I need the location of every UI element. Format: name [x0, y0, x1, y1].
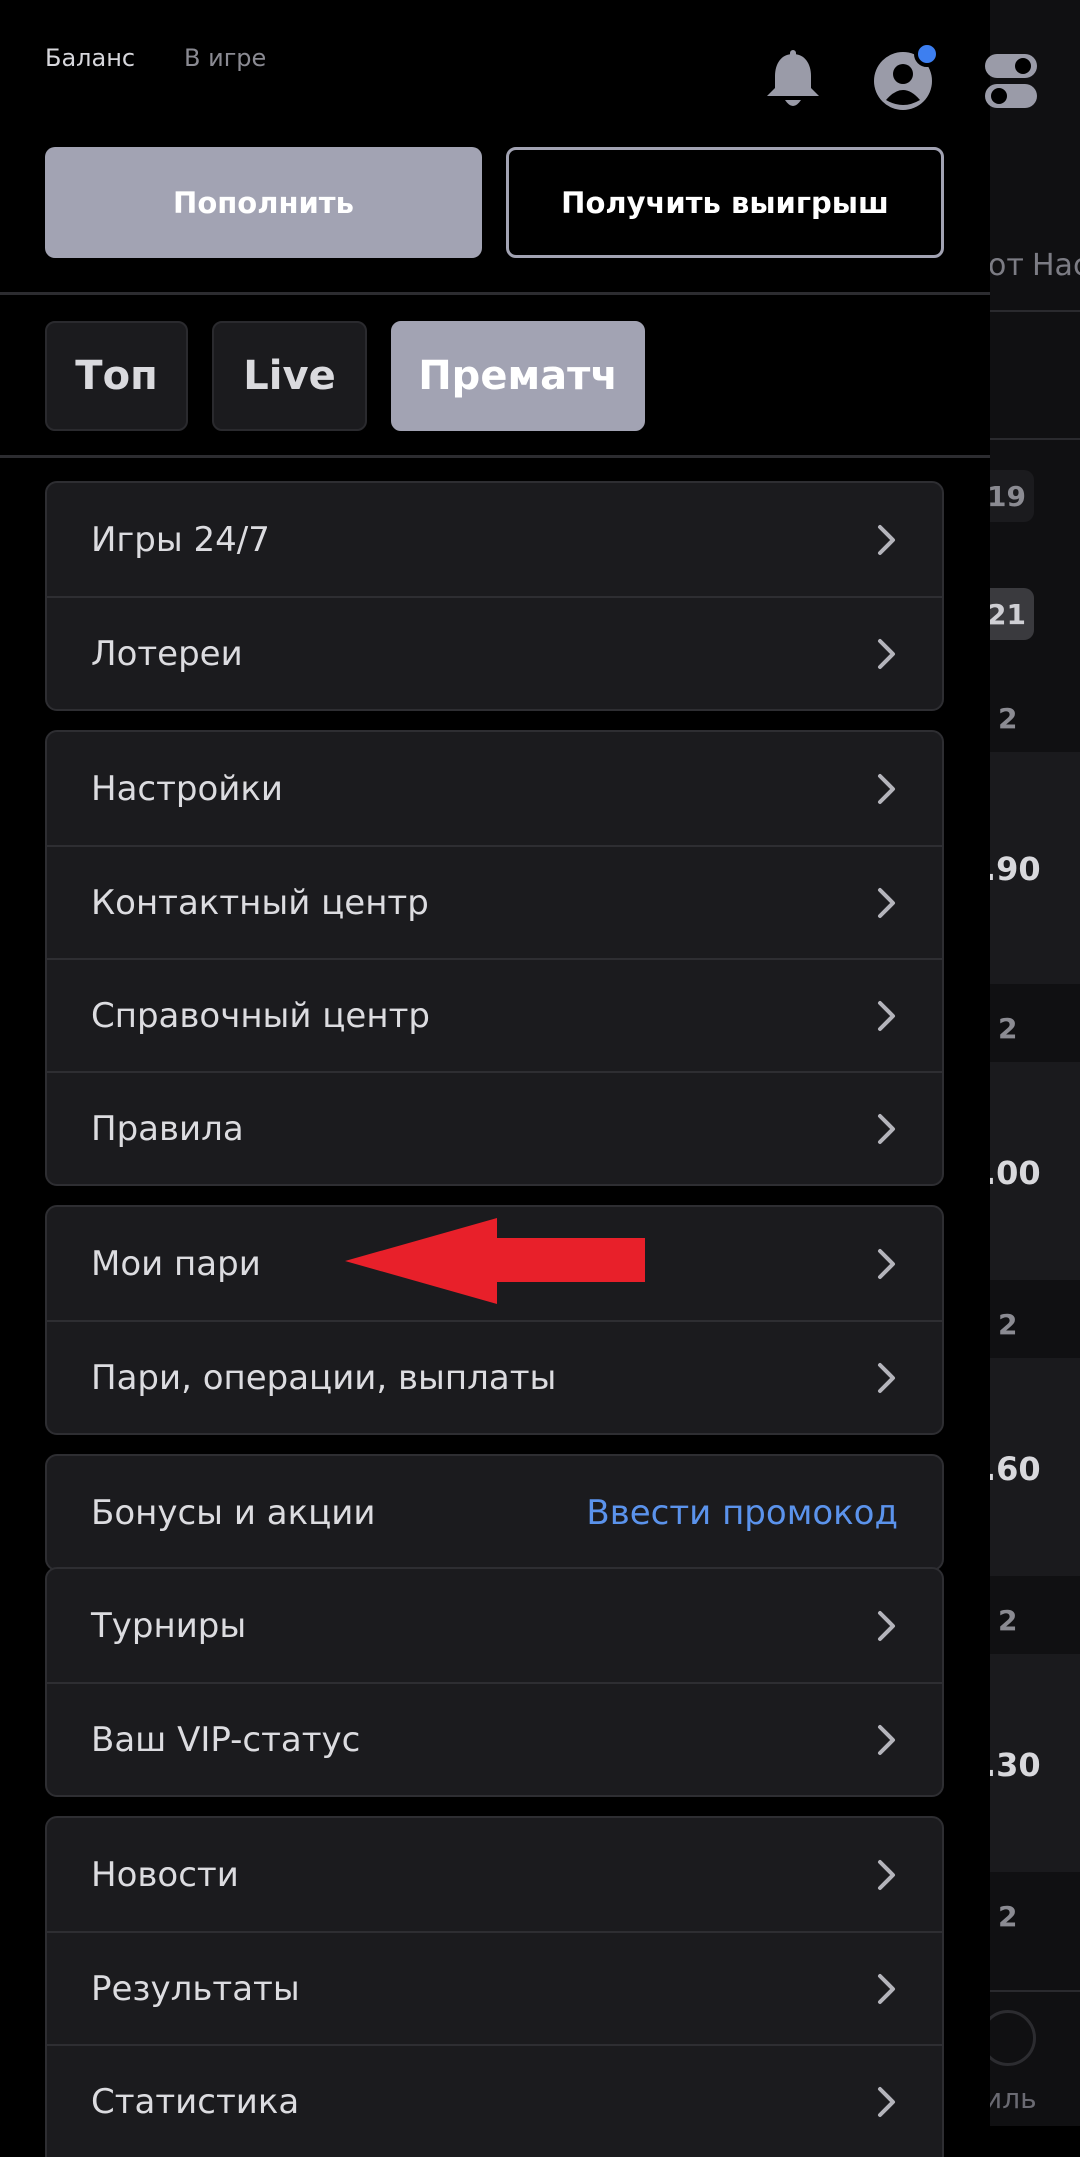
bell-icon[interactable]	[763, 50, 823, 112]
bg-tab-partial: Нас	[1032, 248, 1080, 283]
chevron-right-icon	[878, 2086, 895, 2117]
tab-in-game[interactable]: В игре	[184, 44, 266, 72]
red-arrow-annotation	[345, 1218, 645, 1304]
menu-item-help-center[interactable]: Справочный центр	[47, 958, 942, 1071]
menu-item-settings[interactable]: Настройки	[47, 732, 942, 845]
menu-item-label: Результаты	[91, 1968, 300, 2009]
bg-card: .00	[990, 1062, 1080, 1280]
bg-odd: .60	[990, 1450, 1041, 1488]
menu-item-label: Пари, операции, выплаты	[91, 1357, 557, 1398]
menu-item-label: Лотереи	[91, 633, 243, 674]
menu-item-results[interactable]: Результаты	[47, 1931, 942, 2044]
divider	[0, 455, 990, 458]
bg-circle-icon	[990, 2010, 1036, 2066]
menu-item-statistics[interactable]: Статистика	[47, 2044, 942, 2157]
bg-odd: .30	[990, 1746, 1041, 1784]
menu-group-info: Настройки Контактный центр Справочный це…	[45, 730, 944, 1186]
chevron-right-icon	[878, 1248, 895, 1279]
menu-item-lotteries[interactable]: Лотереи	[47, 596, 942, 709]
bg-divider	[990, 438, 1080, 440]
settings-toggle-icon[interactable]	[985, 52, 1037, 110]
bg-chip: 19	[990, 470, 1034, 522]
menu-item-label: Бонусы и акции	[91, 1492, 376, 1533]
menu-group-bonuses: Бонусы и акции Ввести промокод	[45, 1454, 944, 1571]
menu-item-label: Статистика	[91, 2081, 300, 2122]
bg-odd: .90	[990, 850, 1041, 888]
menu-item-tournaments[interactable]: Турниры	[47, 1569, 942, 1682]
enter-promo-code-link[interactable]: Ввести промокод	[586, 1493, 898, 1533]
bg-odd: .00	[990, 1154, 1041, 1192]
bg-label: 2	[998, 702, 1018, 735]
menu-item-rules[interactable]: Правила	[47, 1071, 942, 1184]
menu-item-label: Правила	[91, 1108, 244, 1149]
menu-item-games-24-7[interactable]: Игры 24/7	[47, 483, 942, 596]
chevron-right-icon	[878, 1859, 895, 1890]
menu-item-news[interactable]: Новости	[47, 1818, 942, 1931]
chevron-right-icon	[878, 773, 895, 804]
menu-item-label: Ваш VIP-статус	[91, 1719, 361, 1760]
tab-balance[interactable]: Баланс	[45, 44, 135, 72]
bg-tab-partial: от	[990, 248, 1024, 283]
bg-label: 2	[998, 1308, 1018, 1341]
bg-label: 2	[998, 1900, 1018, 1933]
tab-live[interactable]: Live	[212, 321, 367, 431]
bg-divider	[990, 1990, 1080, 1992]
chevron-right-icon	[878, 1973, 895, 2004]
bg-card: .90	[990, 752, 1080, 984]
menu-item-label: Настройки	[91, 768, 284, 809]
menu-item-label: Игры 24/7	[91, 519, 270, 560]
bg-label: 2	[998, 1012, 1018, 1045]
menu-item-label: Турниры	[91, 1605, 247, 1646]
chevron-right-icon	[878, 524, 895, 555]
bg-card: .60	[990, 1358, 1080, 1576]
background-app: от Нас 19 21 2 .90 2 .00 2 .60 2 .30 2 и…	[990, 0, 1080, 2126]
menu-group-games: Игры 24/7 Лотереи	[45, 481, 944, 711]
chevron-right-icon	[878, 1610, 895, 1641]
withdraw-button[interactable]: Получить выигрыш	[506, 147, 944, 258]
deposit-button[interactable]: Пополнить	[45, 147, 482, 258]
menu-item-label: Новости	[91, 1854, 239, 1895]
divider	[0, 292, 990, 295]
bg-card: .30	[990, 1654, 1080, 1872]
chevron-right-icon	[878, 1362, 895, 1393]
menu-group-tournaments: Турниры Ваш VIP-статус	[45, 1567, 944, 1797]
tab-top[interactable]: Топ	[45, 321, 188, 431]
menu-item-label: Справочный центр	[91, 995, 430, 1036]
chevron-right-icon	[878, 1724, 895, 1755]
chevron-right-icon	[878, 1113, 895, 1144]
bg-label: 2	[998, 1604, 1018, 1637]
bg-chip: 21	[990, 588, 1034, 640]
chevron-right-icon	[878, 887, 895, 918]
tab-prematch[interactable]: Прематч	[391, 321, 645, 431]
menu-item-contact-center[interactable]: Контактный центр	[47, 845, 942, 958]
chevron-right-icon	[878, 1000, 895, 1031]
menu-item-bets-operations-payouts[interactable]: Пари, операции, выплаты	[47, 1320, 942, 1433]
chevron-right-icon	[878, 638, 895, 669]
bg-divider	[990, 310, 1080, 312]
menu-item-vip-status[interactable]: Ваш VIP-статус	[47, 1682, 942, 1795]
menu-item-label: Мои пари	[91, 1243, 261, 1284]
menu-group-news: Новости Результаты Статистика	[45, 1816, 944, 2157]
notification-dot	[914, 41, 940, 67]
menu-item-bonuses[interactable]: Бонусы и акции Ввести промокод	[47, 1456, 942, 1569]
menu-item-label: Контактный центр	[91, 882, 429, 923]
bg-label: иль	[990, 2082, 1037, 2115]
side-menu-drawer: Баланс В игре Пополнить Получить выигрыш…	[0, 0, 1037, 2157]
